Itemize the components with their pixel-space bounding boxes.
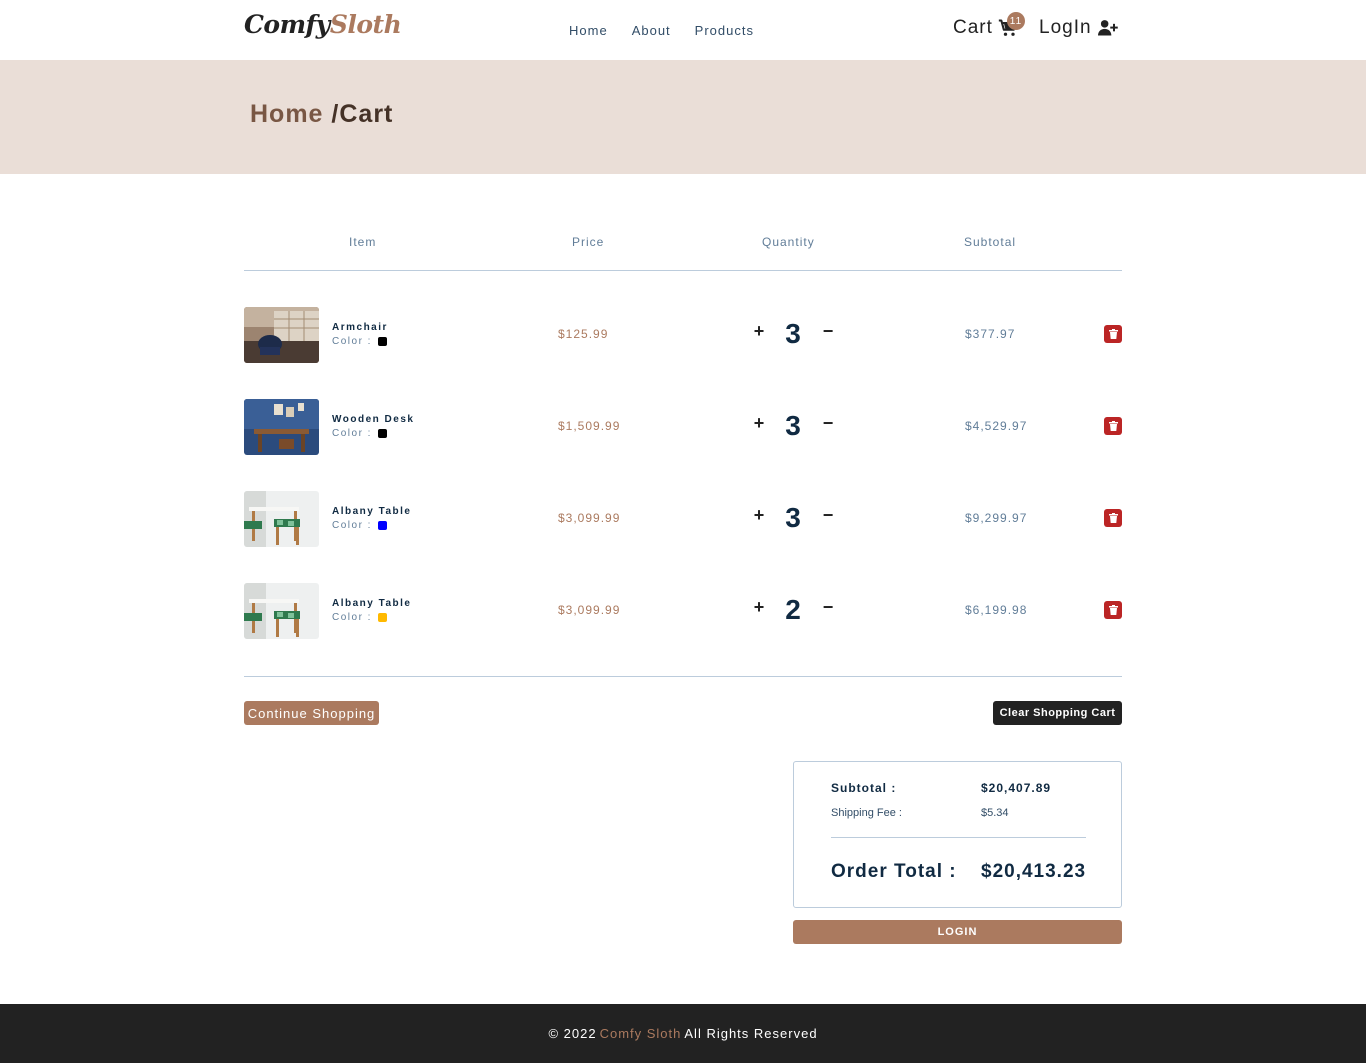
item-name: Albany Table	[332, 598, 412, 609]
item-color-label: Color :	[332, 612, 372, 623]
shipping-fee-value: $5.34	[981, 807, 1009, 819]
shipping-fee-label: Shipping Fee :	[831, 807, 902, 819]
trash-icon	[1108, 513, 1118, 523]
item-color-label: Color :	[332, 336, 372, 347]
cart-item-row: Albany Table Color : $3,099.99 + 3 − $9,…	[244, 491, 1122, 547]
col-header-item: Item	[349, 235, 377, 249]
footer-rights: All Rights Reserved	[684, 1026, 818, 1041]
footer-brand: Comfy Sloth	[599, 1026, 682, 1041]
quantity-value: 3	[785, 410, 801, 441]
cart-label: Cart	[953, 17, 993, 38]
item-color: Color :	[332, 336, 387, 347]
item-price: $3,099.99	[558, 511, 621, 525]
item-color: Color :	[332, 520, 387, 531]
breadcrumb: Home /Cart	[250, 100, 393, 129]
increase-quantity-button[interactable]: +	[752, 597, 766, 618]
trash-icon	[1108, 421, 1118, 431]
nav-links: Home About Products	[569, 23, 754, 38]
increase-quantity-button[interactable]: +	[752, 505, 766, 526]
item-price: $3,099.99	[558, 603, 621, 617]
navbar: ComfySloth Home About Products Cart 11 L…	[0, 0, 1366, 60]
totals-divider	[831, 837, 1086, 838]
page-hero: Home /Cart	[0, 60, 1366, 174]
user-plus-icon	[1097, 20, 1118, 36]
order-totals-card: Subtotal : $20,407.89 Shipping Fee : $5.…	[793, 761, 1122, 908]
order-total-value: $20,413.23	[981, 861, 1087, 882]
nav-link-home[interactable]: Home	[569, 23, 608, 38]
decrease-quantity-button[interactable]: −	[821, 505, 835, 526]
brand-part-2: Sloth	[329, 10, 402, 39]
item-color-label: Color :	[332, 428, 372, 439]
increase-quantity-button[interactable]: +	[752, 413, 766, 434]
item-color-label: Color :	[332, 520, 372, 531]
trash-icon	[1108, 605, 1118, 615]
item-color: Color :	[332, 612, 387, 623]
cart-item-row: Armchair Color : $125.99 + 3 − $377.97	[244, 307, 1122, 363]
color-swatch	[377, 429, 387, 438]
login-label: LogIn	[1039, 17, 1092, 38]
color-swatch	[377, 337, 387, 346]
cart-count-badge: 11	[1007, 12, 1025, 30]
footer-copyright: © 2022	[548, 1026, 597, 1041]
trash-icon	[1108, 329, 1118, 339]
item-color: Color :	[332, 428, 387, 439]
brand-logo[interactable]: ComfySloth	[244, 10, 402, 39]
remove-item-button[interactable]	[1104, 417, 1122, 435]
item-name: Albany Table	[332, 506, 412, 517]
decrease-quantity-button[interactable]: −	[821, 597, 835, 618]
footer: © 2022 Comfy Sloth All Rights Reserved	[0, 1004, 1366, 1063]
col-header-quantity: Quantity	[762, 235, 815, 249]
col-header-price: Price	[572, 235, 605, 249]
item-name: Armchair	[332, 322, 388, 333]
product-image-albany-table	[244, 491, 319, 547]
col-header-subtotal: Subtotal	[964, 235, 1017, 249]
product-image-armchair	[244, 307, 319, 363]
cart-item-row: Albany Table Color : $3,099.99 + 2 − $6,…	[244, 583, 1122, 639]
order-total-label: Order Total :	[831, 861, 957, 882]
cart-button[interactable]: Cart 11	[953, 12, 1025, 39]
breadcrumb-current: /Cart	[331, 100, 394, 128]
login-button[interactable]: LogIn	[1039, 17, 1118, 39]
continue-shopping-button[interactable]: Continue Shopping	[244, 701, 379, 725]
decrease-quantity-button[interactable]: −	[821, 413, 835, 434]
nav-link-products[interactable]: Products	[695, 23, 754, 38]
product-image-wooden-desk	[244, 399, 319, 455]
remove-item-button[interactable]	[1104, 601, 1122, 619]
checkout-login-button[interactable]: LOGIN	[793, 920, 1122, 944]
remove-item-button[interactable]	[1104, 509, 1122, 527]
color-swatch	[377, 521, 387, 530]
item-price: $1,509.99	[558, 419, 621, 433]
quantity-value: 2	[785, 594, 801, 625]
subtotal-value: $20,407.89	[981, 781, 1052, 795]
quantity-value: 3	[785, 318, 801, 349]
decrease-quantity-button[interactable]: −	[821, 321, 835, 342]
remove-item-button[interactable]	[1104, 325, 1122, 343]
clear-cart-button[interactable]: Clear Shopping Cart	[993, 701, 1122, 725]
item-price: $125.99	[558, 327, 609, 341]
subtotal-label: Subtotal :	[831, 781, 897, 795]
header-divider	[244, 270, 1122, 271]
item-name: Wooden Desk	[332, 414, 415, 425]
item-subtotal: $377.97	[965, 327, 1016, 341]
increase-quantity-button[interactable]: +	[752, 321, 766, 342]
quantity-value: 3	[785, 502, 801, 533]
items-divider	[244, 676, 1122, 677]
color-swatch	[377, 613, 387, 622]
nav-link-about[interactable]: About	[632, 23, 671, 38]
item-subtotal: $9,299.97	[965, 511, 1028, 525]
cart-item-row: Wooden Desk Color : $1,509.99 + 3 − $4,5…	[244, 399, 1122, 455]
item-subtotal: $6,199.98	[965, 603, 1028, 617]
breadcrumb-home[interactable]: Home	[250, 100, 323, 128]
item-subtotal: $4,529.97	[965, 419, 1028, 433]
product-image-albany-table	[244, 583, 319, 639]
brand-part-1: Comfy	[244, 10, 330, 39]
